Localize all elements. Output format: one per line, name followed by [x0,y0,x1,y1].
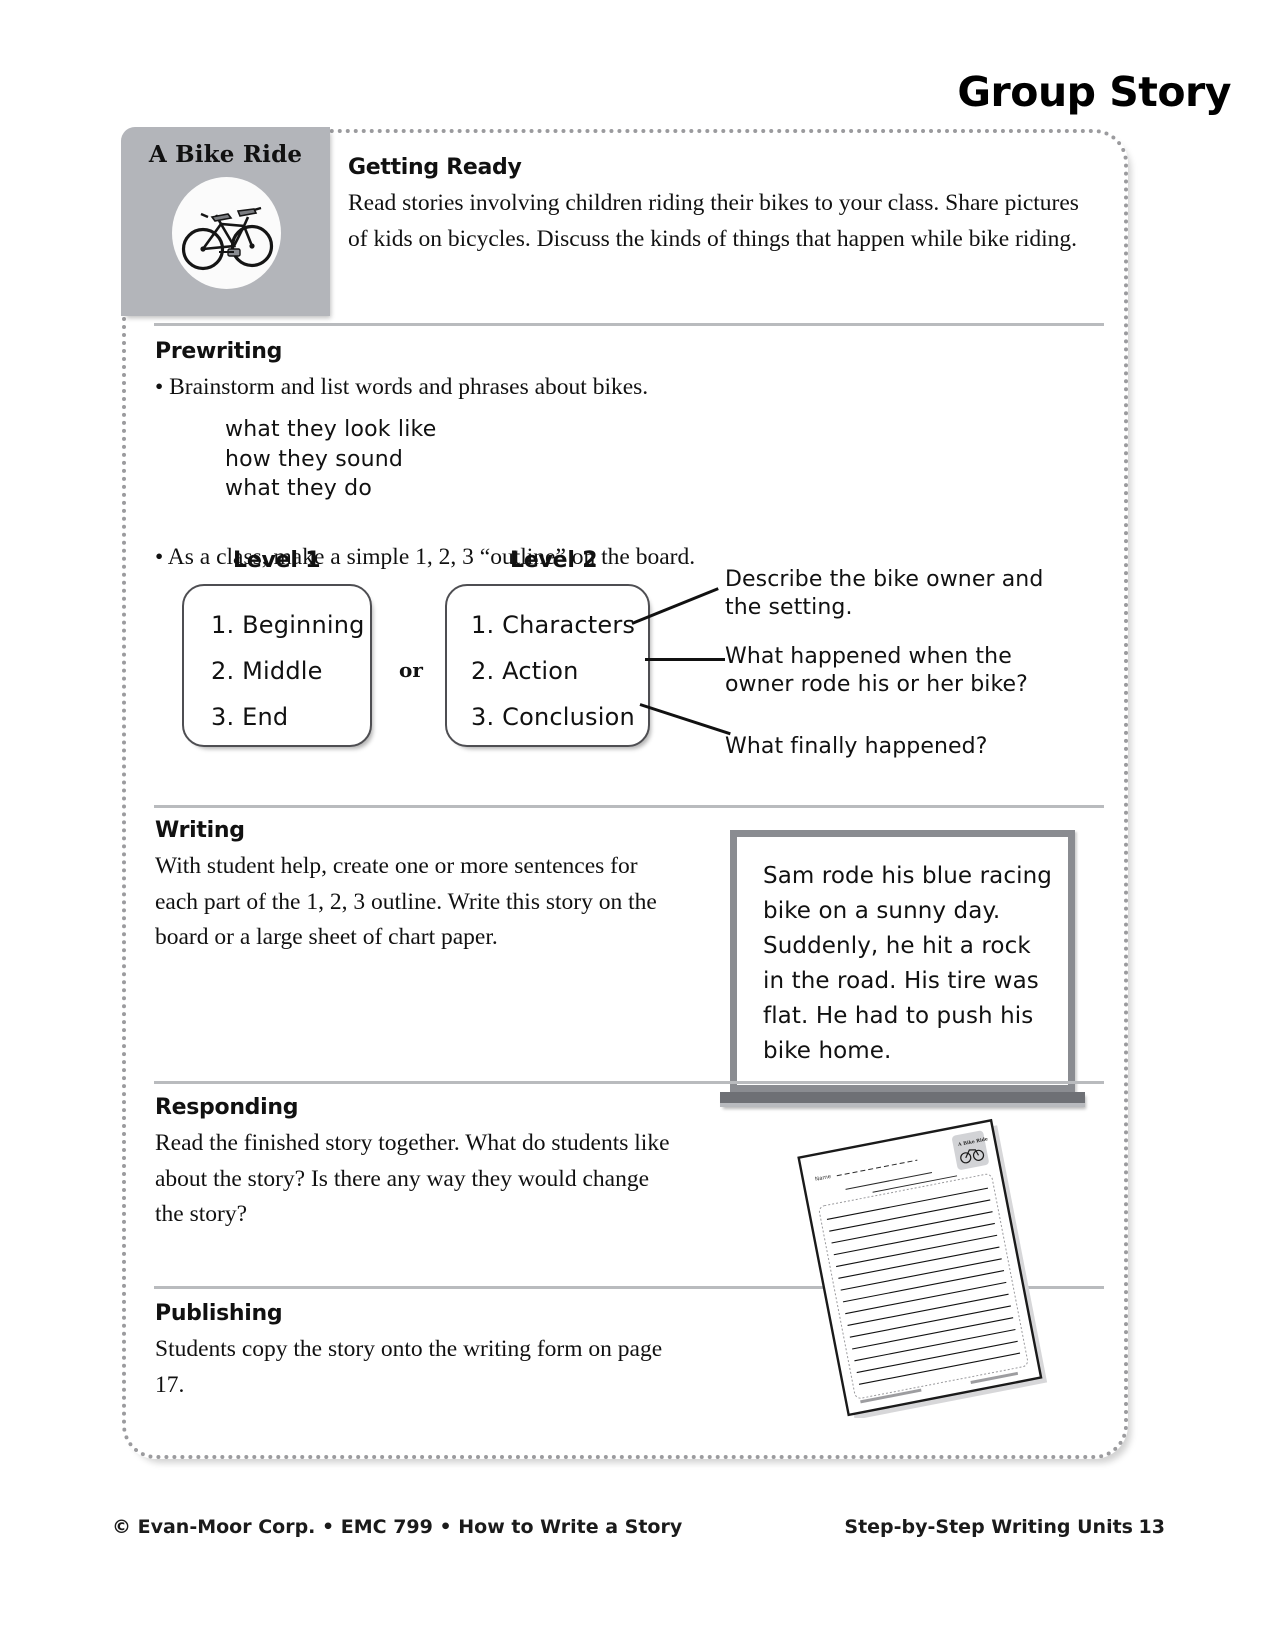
chalkboard-line: flat. He had to push his [763,1002,1034,1029]
chalkboard-line: Sam rode his blue racing [763,863,1052,889]
writing-form-illustration: Name A Bike Ride [778,1118,1068,1420]
or-connector-label: or [399,658,423,682]
level-2-item: 2. Action [471,657,579,685]
responding-body: Read the finished story together. What d… [155,1130,670,1228]
level-2-label: Level 2 [510,548,598,573]
writing-block: Writing With student help, create one or… [155,818,1105,1107]
unit-header: A Bike Ride Getting Ready Read stories i… [121,127,1132,323]
level-2-item: 3. Conclusion [471,703,635,731]
callout-conclusion: What finally happened? [725,734,988,759]
chalkboard-line: bike on a sunny day. [763,897,1001,924]
divider-after-prewriting [154,805,1104,808]
footer-page-number: 13 [1138,1516,1165,1538]
getting-ready-body: Read stories involving children riding t… [348,190,1079,252]
list-item: what they do [225,476,372,502]
level-2-box: 1. Characters 2. Action 3. Conclusion [445,584,650,747]
bicycle-icon [172,177,281,289]
leader-line-3 [639,703,731,736]
prewriting-block: Prewriting • Brainstorm and list words a… [155,339,1055,575]
callout-action: What happened when the owner rode his or… [725,644,1028,698]
level-2-item: 1. Characters [471,611,636,639]
prewriting-heading: Prewriting [155,339,283,364]
list-item: what they look like [225,417,437,443]
outline-diagram: Level 1 Level 2 1. Beginning 2. Middle 3… [155,548,1105,783]
chalkboard-ledge [720,1091,1085,1107]
getting-ready-block: Getting Ready Read stories involving chi… [348,155,1088,257]
unit-badge: A Bike Ride [121,127,330,316]
lesson-frame: A Bike Ride Getting Ready Read stories i… [121,127,1128,1459]
leader-line-2 [645,658,725,661]
prewriting-bullet-1: • Brainstorm and list words and phrases … [155,374,649,400]
chalkboard-surface: Sam rode his blue racing bike on a sunny… [730,830,1075,1092]
chalkboard-line: Suddenly, he hit a rock [763,932,1031,959]
level-1-label: Level 1 [233,548,321,573]
footer-copyright: © Evan-Moor Corp. • EMC 799 • How to Wri… [112,1516,683,1538]
level-1-item: 3. End [211,703,289,731]
level-1-item: 2. Middle [211,657,323,685]
level-1-box: 1. Beginning 2. Middle 3. End [182,584,372,747]
chalkboard-line: bike home. [763,1037,892,1064]
brainstorm-word-list: what they look like how they sound what … [225,415,1055,503]
divider-after-writing [154,1081,1104,1084]
page-footer: © Evan-Moor Corp. • EMC 799 • How to Wri… [0,1516,1275,1556]
divider-after-getting-ready [154,323,1104,326]
writing-heading: Writing [155,818,245,843]
getting-ready-heading: Getting Ready [348,155,522,180]
level-1-item: 1. Beginning [211,611,365,639]
publishing-heading: Publishing [155,1301,283,1326]
unit-badge-title: A Bike Ride [148,141,303,168]
publishing-body: Students copy the story onto the writing… [155,1336,663,1398]
responding-block: Responding Read the finished story toget… [155,1095,675,1233]
footer-series: Step-by-Step Writing Units [844,1516,1133,1538]
responding-heading: Responding [155,1095,299,1120]
list-item: how they sound [225,446,404,472]
chalkboard-illustration: Sam rode his blue racing bike on a sunny… [720,830,1085,1107]
page-title: Group Story [957,68,1231,116]
callout-characters: Describe the bike owner and the setting. [725,567,1044,621]
chalkboard-line: in the road. His tire was [763,967,1039,994]
writing-body: With student help, create one or more se… [155,853,657,951]
publishing-block: Publishing Students copy the story onto … [155,1301,675,1403]
